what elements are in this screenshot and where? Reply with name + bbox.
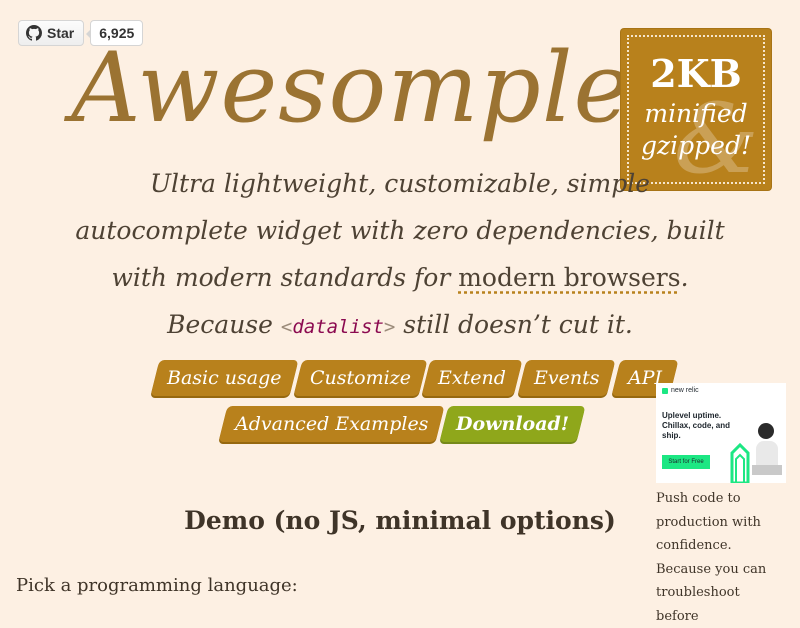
nav-extend-label: Extend — [438, 367, 507, 389]
nav-row-secondary: Advanced Examples Download! — [218, 406, 587, 442]
badge-size: 2KB — [650, 51, 742, 96]
nav-basic-usage[interactable]: Basic usage — [150, 360, 299, 396]
nav-extend[interactable]: Extend — [421, 360, 523, 396]
tagline-text-3: still doesn’t cut it. — [395, 310, 633, 339]
ad-illustration-icon — [730, 423, 782, 483]
nav-basic-usage-label: Basic usage — [167, 367, 282, 389]
nav-row-primary: Basic usage Customize Extend Events API — [150, 360, 679, 396]
badge-minified: minified — [644, 99, 748, 128]
modern-browsers-link[interactable]: modern browsers — [458, 263, 680, 292]
ad-image[interactable]: new relic Uplevel uptime. Chillax, code,… — [656, 383, 786, 483]
tagline: Ultra lightweight, customizable, simple … — [60, 160, 740, 351]
code-open-bracket: < — [280, 316, 293, 338]
ad-cta-button[interactable]: Start for Free — [662, 455, 710, 469]
demo-heading: Demo (no JS, minimal options) — [184, 506, 616, 535]
new-relic-logo-icon — [662, 387, 668, 394]
nav-events-label: Events — [534, 367, 600, 389]
code-close-bracket: > — [383, 316, 396, 338]
nav-download-label: Download! — [456, 413, 570, 435]
ad-brand: new relic — [662, 387, 699, 394]
nav-customize[interactable]: Customize — [293, 360, 427, 396]
datalist-code: datalist — [292, 316, 384, 338]
nav-advanced-examples-label: Advanced Examples — [235, 413, 429, 435]
ad-headline: Uplevel uptime. Chillax, code, and ship. — [662, 411, 731, 440]
ad-brand-name: new relic — [671, 387, 699, 394]
nav-events[interactable]: Events — [517, 360, 617, 396]
nav-download-button[interactable]: Download! — [439, 406, 587, 442]
nav-advanced-examples[interactable]: Advanced Examples — [218, 406, 445, 442]
language-field-label: Pick a programming language: — [16, 575, 298, 596]
nav-customize-label: Customize — [309, 367, 411, 389]
badge-gzipped: gzipped! — [640, 131, 752, 160]
